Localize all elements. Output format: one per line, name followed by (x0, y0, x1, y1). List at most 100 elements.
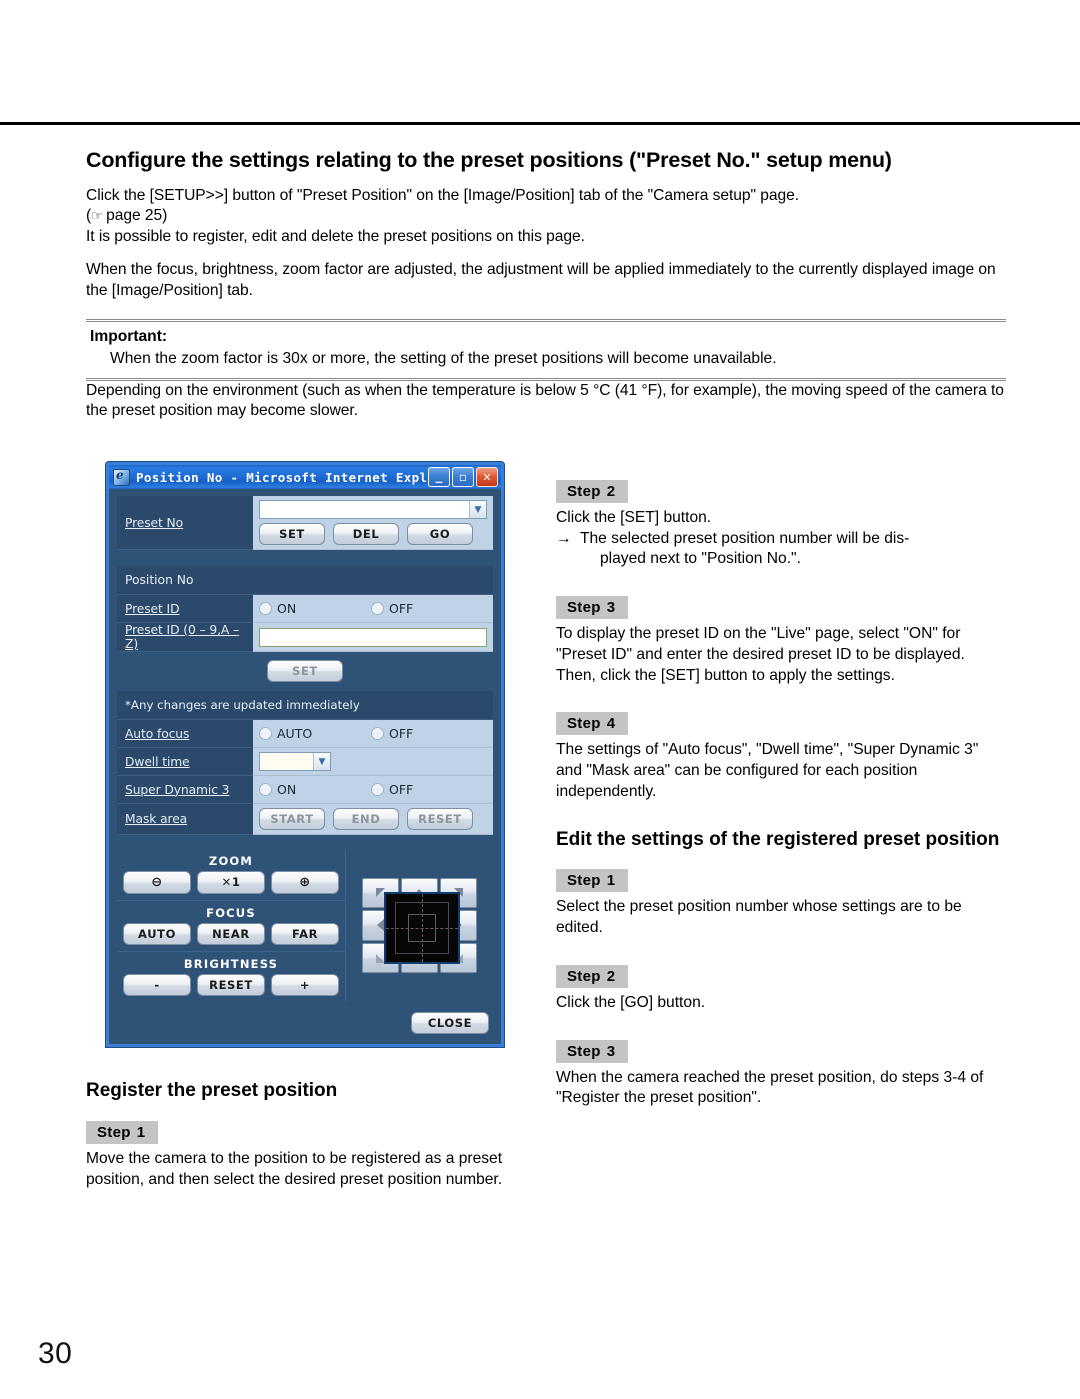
maximize-button[interactable]: ▫ (452, 467, 474, 487)
mask-start-button[interactable]: START (259, 808, 325, 830)
preset-id-radio-group: ON OFF (259, 601, 413, 616)
page-reference-text: page 25) (101, 207, 168, 225)
window-controls: _ ▫ ✕ (428, 467, 498, 487)
header-rule (0, 122, 1080, 125)
zoom-caption: ZOOM (208, 854, 254, 868)
preset-no-value-cell: ▼ SET DEL GO (253, 496, 493, 550)
super-dynamic-label[interactable]: Super Dynamic 3 (125, 783, 230, 797)
step-2-arrow-cont: played next to "Position No.". (600, 550, 801, 568)
brightness-plus-button[interactable]: + (271, 974, 339, 996)
dwell-time-value-cell: ▼ (253, 748, 493, 776)
preset-id-range-label[interactable]: Preset ID (0 – 9,A – Z) (125, 623, 253, 651)
preset-id-label[interactable]: Preset ID (125, 602, 180, 616)
radio-icon (259, 783, 272, 796)
super-dynamic-off-option[interactable]: OFF (371, 782, 413, 797)
dwell-time-label-cell: Dwell time (117, 748, 253, 776)
set2-button-row: SET (117, 652, 493, 691)
preset-id-off-option[interactable]: OFF (371, 601, 413, 616)
radio-icon (259, 602, 272, 615)
register-step-1-badge: Step 1 (86, 1120, 159, 1144)
super-dynamic-value-cell: ON OFF (253, 776, 493, 804)
mask-reset-button[interactable]: RESET (407, 808, 473, 830)
brightness-reset-button[interactable]: RESET (197, 974, 265, 996)
auto-focus-off-option[interactable]: OFF (371, 726, 413, 741)
important-note-box: Important: When the zoom factor is 30x o… (86, 318, 1006, 381)
edit-step-1-badge: Step 1 (556, 869, 629, 893)
pointing-hand-icon: ☞ (91, 208, 103, 224)
step-2-badge: Step 2 (556, 480, 629, 503)
brightness-caption: BRIGHTNESS (183, 957, 279, 971)
go-button[interactable]: GO (407, 523, 473, 545)
row-mask-area: Mask area START END RESET (117, 804, 493, 835)
step-3-badge: Step 3 (556, 596, 629, 620)
camera-preview-thumbnail[interactable] (383, 891, 460, 964)
edit-section-title: Edit the settings of the registered pres… (556, 828, 1000, 850)
minimize-icon: _ (435, 469, 443, 484)
row-auto-focus: Auto focus AUTO OFF (117, 720, 493, 748)
step-4-body: The settings of "Auto focus", "Dwell tim… (556, 741, 979, 800)
important-body: When the zoom factor is 30x or more, the… (110, 349, 777, 367)
dialog-titlebar[interactable]: Position No - Microsoft Internet Explore… (109, 465, 501, 489)
camera-control-left: ZOOM ⊖ ✕1 ⊕ FOCUS AUTO NEAR FAR BRIGHTNE… (117, 849, 345, 1002)
step-number: 1 (606, 872, 616, 890)
preview-crosshair-vertical (421, 893, 423, 962)
intro-content: Configure the settings relating to the p… (86, 148, 1006, 422)
zoom-out-button[interactable]: ⊖ (123, 871, 191, 894)
row-preset-id: Preset ID ON OFF (117, 595, 493, 623)
page-title: Configure the settings relating to the p… (86, 148, 892, 172)
auto-focus-off-label: OFF (389, 726, 414, 741)
auto-focus-auto-option[interactable]: AUTO (259, 726, 371, 741)
step-word: Step (567, 599, 601, 617)
preset-id-range-label-cell: Preset ID (0 – 9,A – Z) (117, 623, 253, 652)
close-button[interactable]: CLOSE (411, 1012, 489, 1034)
auto-focus-radio-group: AUTO OFF (259, 726, 413, 741)
step-number: 4 (606, 715, 616, 733)
preset-id-on-option[interactable]: ON (259, 601, 371, 616)
focus-far-button[interactable]: FAR (271, 923, 339, 945)
intro-paragraph-4: When the focus, brightness, zoom factor … (86, 261, 996, 300)
preset-no-select[interactable]: ▼ (259, 500, 487, 519)
register-section-title: Register the preset position (86, 1080, 338, 1101)
minimize-button[interactable]: _ (428, 467, 450, 487)
set-settings-button[interactable]: SET (267, 660, 343, 682)
row-dwell-time: Dwell time ▼ (117, 748, 493, 776)
preset-id-on-label: ON (277, 601, 297, 616)
mask-area-value-cell: START END RESET (253, 804, 493, 835)
dwell-time-select[interactable]: ▼ (259, 752, 331, 771)
preset-no-label[interactable]: Preset No (125, 516, 183, 530)
preset-id-range-value-cell (253, 623, 493, 652)
step-word: Step (567, 967, 601, 985)
super-dynamic-radio-group: ON OFF (259, 782, 413, 797)
zoom-x1-button[interactable]: ✕1 (197, 871, 265, 894)
auto-focus-label-cell: Auto focus (117, 720, 253, 748)
dwell-time-label[interactable]: Dwell time (125, 755, 190, 769)
step-number: 2 (606, 483, 616, 500)
zoom-in-button[interactable]: ⊕ (271, 871, 339, 894)
brightness-minus-button[interactable]: - (123, 974, 191, 996)
focus-near-button[interactable]: NEAR (197, 923, 265, 945)
preset-id-input[interactable] (259, 627, 487, 647)
right-column: Step 2 Click the [SET] button. → The sele… (556, 480, 1006, 1135)
edit-step-3-body: When the camera reached the preset posit… (556, 1068, 984, 1107)
mask-area-label-cell: Mask area (117, 804, 253, 835)
maximize-icon: ▫ (458, 470, 468, 484)
preset-id-value-cell: ON OFF (253, 595, 493, 623)
mask-area-label[interactable]: Mask area (125, 812, 187, 826)
close-window-button[interactable]: ✕ (476, 467, 498, 487)
edit-step-2-body: Click the [GO] button. (556, 993, 706, 1011)
super-dynamic-on-label: ON (277, 782, 297, 797)
focus-auto-button[interactable]: AUTO (123, 923, 191, 945)
auto-focus-label[interactable]: Auto focus (125, 727, 189, 741)
super-dynamic-on-option[interactable]: ON (259, 782, 371, 797)
step-2-line1: Click the [SET] button. (556, 509, 712, 526)
step-3-body: To display the preset ID on the "Live" p… (556, 625, 965, 684)
mask-end-button[interactable]: END (333, 808, 399, 830)
auto-focus-auto-label: AUTO (277, 726, 313, 741)
spacer-1 (117, 550, 493, 566)
focus-buttons: AUTO NEAR FAR (117, 923, 345, 945)
del-button[interactable]: DEL (333, 523, 399, 545)
step-word: Step (567, 483, 601, 500)
set-button[interactable]: SET (259, 523, 325, 545)
mask-area-buttons: START END RESET (259, 808, 473, 830)
step-number: 3 (606, 1042, 616, 1060)
